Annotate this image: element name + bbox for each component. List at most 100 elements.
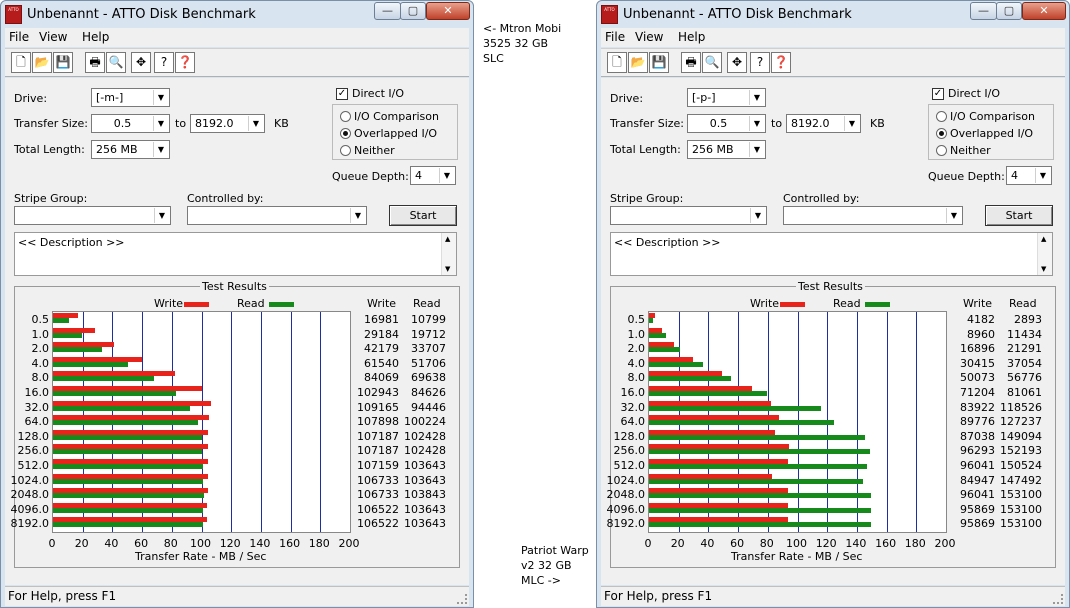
read-bar <box>649 332 666 338</box>
minimize-button[interactable]: — <box>970 2 997 20</box>
open-folder-icon[interactable]: 📂 <box>628 52 648 73</box>
save-icon[interactable]: 💾 <box>649 52 669 73</box>
read-value: 149094 <box>1000 429 1042 443</box>
print-icon[interactable]: 🖶 <box>85 52 105 73</box>
atto-window-2: ATTO Unbenannt - ATTO Disk Benchmark — ▢ ✕ Fi… <box>596 0 1070 608</box>
direct-io-checkbox[interactable]: ✓ <box>932 88 944 100</box>
stripe-group-label: Stripe Group: <box>14 192 88 205</box>
y-tick-label: 256.0 <box>17 444 50 458</box>
queue-depth-select[interactable]: 4 ▼ <box>410 166 456 185</box>
total-length-value: 256 MB <box>692 143 734 156</box>
stripe-group-select[interactable]: ▼ <box>14 206 171 225</box>
queue-depth-select[interactable]: 4 ▼ <box>1006 166 1052 185</box>
to-label: to <box>771 117 783 130</box>
help-icon[interactable]: ? <box>750 52 770 73</box>
chevron-down-icon: ▼ <box>946 208 961 223</box>
menu-file[interactable]: File <box>9 30 29 44</box>
title-bar[interactable]: ATTO Unbenannt - ATTO Disk Benchmark — ▢ ✕ <box>1 1 473 29</box>
minimize-button[interactable]: — <box>374 2 401 20</box>
x-tick-label: 200 <box>338 537 360 550</box>
new-file-icon[interactable]: 🗋 <box>11 52 31 73</box>
window-title: Unbenannt - ATTO Disk Benchmark <box>623 7 852 22</box>
new-file-icon[interactable]: 🗋 <box>607 52 627 73</box>
read-bar <box>53 391 176 396</box>
drive-value: [-m-] <box>96 91 124 104</box>
read-column-header: Read <box>1009 297 1037 310</box>
drive-select[interactable]: [-p-] ▼ <box>687 88 766 107</box>
description-scrollbar[interactable]: ▲ ▼ <box>1037 233 1052 275</box>
write-column-header: Write <box>963 297 993 310</box>
transfer-to-select[interactable]: 8192.0 ▼ <box>190 114 265 133</box>
write-value: 96041 <box>960 459 995 472</box>
io-comparison-radio[interactable] <box>340 111 351 122</box>
total-length-select[interactable]: 256 MB ▼ <box>91 140 170 159</box>
move-icon[interactable]: ✥ <box>131 52 151 73</box>
io-comparison-radio[interactable] <box>936 111 947 122</box>
read-column-header: Read <box>413 297 441 310</box>
maximize-button[interactable]: ▢ <box>996 2 1022 20</box>
y-tick-label: 256.0 <box>613 444 646 458</box>
write-value: 95869 <box>960 517 995 531</box>
overlapped-io-radio[interactable] <box>936 128 947 139</box>
resize-grip[interactable] <box>457 594 467 604</box>
transfer-from-select[interactable]: 0.5 ▼ <box>687 114 766 133</box>
move-icon[interactable]: ✥ <box>727 52 747 73</box>
title-bar[interactable]: ATTO Unbenannt - ATTO Disk Benchmark — ▢ ✕ <box>597 1 1069 29</box>
write-value: 87038 <box>960 429 995 443</box>
drive-select[interactable]: [-m-] ▼ <box>91 88 170 107</box>
read-bar <box>53 376 154 382</box>
print-icon[interactable]: 🖶 <box>681 52 701 73</box>
overlapped-io-label: Overlapped I/O <box>950 127 1034 140</box>
total-length-select[interactable]: 256 MB ▼ <box>687 140 766 159</box>
menu-help[interactable]: Help <box>678 30 705 44</box>
menu-file[interactable]: File <box>605 30 625 44</box>
drive-label: Drive: <box>610 92 644 105</box>
transfer-from-select[interactable]: 0.5 ▼ <box>91 114 170 133</box>
description-scrollbar[interactable]: ▲ ▼ <box>441 233 456 275</box>
bar-chart <box>52 311 351 533</box>
neither-radio[interactable] <box>936 145 947 156</box>
context-help-icon[interactable]: ❓ <box>175 52 195 73</box>
menu-view[interactable]: View <box>39 30 67 44</box>
context-help-icon[interactable]: ❓ <box>771 52 791 73</box>
neither-label: Neither <box>950 144 991 157</box>
write-value: 50073 <box>960 371 995 385</box>
neither-radio[interactable] <box>340 145 351 156</box>
to-label: to <box>175 117 187 130</box>
open-folder-icon[interactable]: 📂 <box>32 52 52 73</box>
maximize-button[interactable]: ▢ <box>400 2 426 20</box>
scroll-up-icon: ▲ <box>445 235 451 243</box>
stripe-group-select[interactable]: ▼ <box>610 206 767 225</box>
read-value: 21291 <box>1007 342 1042 356</box>
direct-io-label: Direct I/O <box>948 87 1001 100</box>
transfer-to-select[interactable]: 8192.0 ▼ <box>786 114 861 133</box>
help-icon[interactable]: ? <box>154 52 174 73</box>
chevron-down-icon: ▼ <box>750 208 765 223</box>
legend-write-label: Write <box>750 297 780 310</box>
controlled-by-select[interactable]: ▼ <box>187 206 367 225</box>
read-bar <box>649 405 821 411</box>
save-icon[interactable]: 💾 <box>53 52 73 73</box>
menu-help[interactable]: Help <box>82 30 109 44</box>
resize-grip[interactable] <box>1053 594 1063 604</box>
description-field[interactable]: << Description >> ▲ ▼ <box>610 232 1053 276</box>
print-preview-icon[interactable]: 🔍 <box>106 52 126 73</box>
start-button[interactable]: Start <box>389 205 457 226</box>
print-preview-icon[interactable]: 🔍 <box>702 52 722 73</box>
chevron-down-icon: ▼ <box>153 90 168 105</box>
gridline <box>231 312 233 532</box>
read-bar <box>649 376 732 382</box>
close-button[interactable]: ✕ <box>1022 2 1066 20</box>
legend-read-label: Read <box>237 297 265 310</box>
y-tick-label: 8.0 <box>627 371 646 385</box>
x-tick-label: 0 <box>644 537 652 550</box>
description-field[interactable]: << Description >> ▲ ▼ <box>14 232 457 276</box>
controlled-by-select[interactable]: ▼ <box>783 206 963 225</box>
close-button[interactable]: ✕ <box>426 2 470 20</box>
write-value: 109165 <box>357 400 399 414</box>
overlapped-io-radio[interactable] <box>340 128 351 139</box>
direct-io-checkbox[interactable]: ✓ <box>336 88 348 100</box>
read-value: 102428 <box>404 444 446 458</box>
start-button[interactable]: Start <box>985 205 1053 226</box>
menu-view[interactable]: View <box>635 30 663 44</box>
